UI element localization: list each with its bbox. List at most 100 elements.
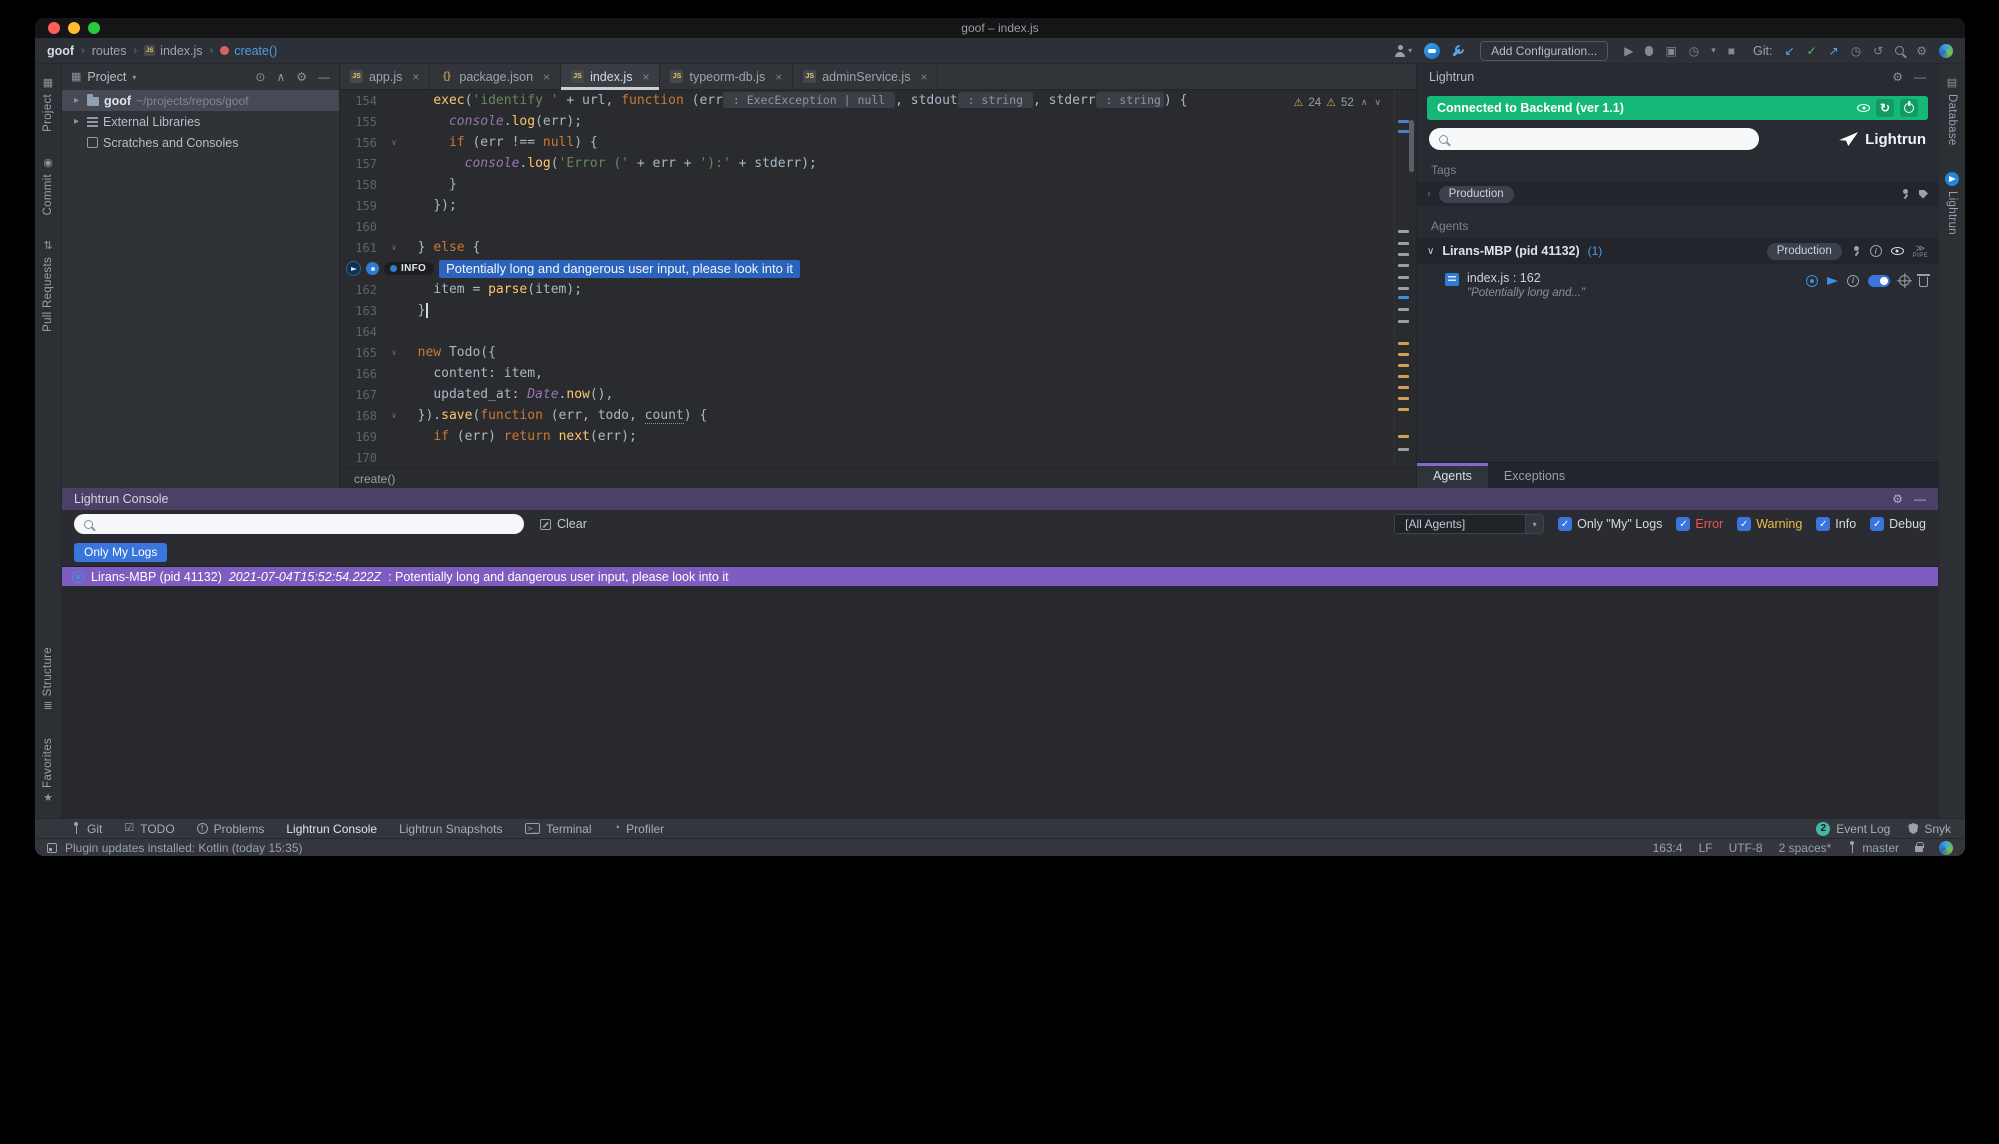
breadcrumb-method[interactable]: create() (354, 472, 395, 486)
filter-checkbox-error[interactable]: ✓Error (1676, 517, 1723, 531)
tab-exceptions[interactable]: Exceptions (1488, 463, 1581, 488)
git-history-button[interactable]: ◷ (1851, 44, 1861, 58)
fold-marker[interactable]: ∨ (386, 411, 402, 420)
editor-tab-index-js[interactable]: JSindex.js× (561, 64, 660, 89)
project-tree-item-scratches-and-consoles[interactable]: Scratches and Consoles (62, 132, 339, 153)
tool-stripe-structure[interactable]: Structure≣ (42, 647, 54, 712)
editor-tab-adminservice-js[interactable]: JSadminService.js× (793, 64, 938, 89)
lightrun-hide-icon[interactable]: — (1914, 71, 1926, 83)
agent-row[interactable]: ∨ Lirans-MBP (pid 41132) (1) Production … (1417, 238, 1938, 264)
stripe-mark[interactable] (1398, 342, 1409, 345)
lock-icon[interactable] (1915, 846, 1923, 852)
eye-icon[interactable] (1891, 247, 1904, 255)
stripe-mark[interactable] (1398, 408, 1409, 411)
close-tab-icon[interactable]: × (642, 70, 649, 84)
git-commit-button[interactable]: ✓ (1807, 44, 1817, 58)
tool-stripe-commit[interactable]: ◉Commit (42, 158, 54, 215)
breadcrumb-item-create[interactable]: create() (220, 44, 277, 58)
breadcrumb-item-index-js[interactable]: JSindex.js (144, 44, 202, 58)
stop-button[interactable]: ■ (1728, 44, 1735, 58)
stripe-mark[interactable] (1398, 287, 1409, 290)
power-icon[interactable] (1900, 99, 1918, 117)
project-tree-item-goof[interactable]: ▸goof~/projects/repos/goof (62, 90, 339, 111)
tool-window-button-git[interactable]: Git (71, 822, 102, 836)
settings-icon[interactable]: ⚙ (1916, 44, 1927, 58)
filter-checkbox-warning[interactable]: ✓Warning (1737, 517, 1802, 531)
code-editor[interactable]: 154 exec('identify ' + url, function (er… (340, 90, 1394, 468)
status-widget[interactable]: 2 spaces* (1779, 841, 1832, 855)
debug-button[interactable] (1645, 46, 1653, 56)
delete-icon[interactable] (1919, 277, 1928, 287)
project-view-selector[interactable]: ▦ Project ▾ (71, 70, 136, 84)
status-widget[interactable]: LF (1699, 841, 1713, 855)
clear-button[interactable]: Clear (540, 517, 587, 531)
wrench-icon[interactable] (1452, 45, 1464, 57)
hide-panel-icon[interactable]: — (318, 71, 330, 83)
refresh-icon[interactable]: ↻ (1876, 99, 1894, 117)
expand-icon[interactable]: ▸ (71, 116, 82, 127)
tool-stripe-database[interactable]: ▤Database (1946, 78, 1958, 146)
fold-marker[interactable]: ∨ (386, 138, 402, 147)
filter-checkbox-only-my-logs[interactable]: ✓Only "My" Logs (1558, 517, 1662, 531)
stripe-mark[interactable] (1398, 130, 1409, 133)
profiler-button[interactable]: ◷ (1689, 44, 1699, 58)
lightrun-cloud-icon[interactable] (1424, 43, 1440, 59)
lightrun-search-field[interactable] (1429, 128, 1759, 150)
info-icon[interactable] (1847, 275, 1859, 287)
tab-agents[interactable]: Agents (1417, 463, 1488, 488)
hit-counter-icon[interactable] (1806, 275, 1818, 287)
project-tree-item-external-libraries[interactable]: ▸External Libraries (62, 111, 339, 132)
stripe-mark[interactable] (1398, 375, 1409, 378)
expand-tags-icon[interactable]: › (1427, 188, 1431, 200)
tool-window-button-lightrun-snapshots[interactable]: Lightrun Snapshots (399, 822, 502, 836)
tool-window-button-todo[interactable]: ☑TODO (124, 822, 174, 836)
stripe-mark[interactable] (1398, 320, 1409, 323)
breadcrumb-item-routes[interactable]: routes (92, 44, 127, 58)
breadcrumb-item-goof[interactable]: goof (47, 44, 74, 58)
fold-marker[interactable]: ∨ (386, 348, 402, 357)
console-settings-icon[interactable]: ⚙ (1892, 493, 1903, 505)
tool-stripe-favorites[interactable]: Favorites★ (42, 738, 54, 804)
plugin-icon[interactable] (1939, 44, 1953, 58)
close-window-button[interactable] (48, 22, 60, 34)
pin-icon[interactable] (1900, 189, 1910, 199)
prev-issue-icon[interactable]: ∧ (1361, 97, 1368, 108)
panel-settings-icon[interactable]: ⚙ (296, 71, 307, 83)
search-everywhere-icon[interactable] (1895, 46, 1904, 55)
filter-checkbox-debug[interactable]: ✓Debug (1870, 517, 1926, 531)
locate-file-icon[interactable]: ⊙ (255, 71, 265, 83)
stripe-mark[interactable] (1398, 353, 1409, 356)
tags-row[interactable]: › Production (1417, 182, 1938, 206)
plugin-status-icon[interactable] (1939, 841, 1953, 855)
tool-window-button-event-log[interactable]: 2Event Log (1816, 822, 1890, 836)
log-entry-row[interactable]: Lirans-MBP (pid 41132) 2021-07-04T15:52:… (62, 567, 1938, 586)
tool-window-switcher-icon[interactable] (47, 843, 57, 853)
close-tab-icon[interactable]: × (412, 70, 419, 84)
stripe-mark[interactable] (1398, 448, 1409, 451)
logpoint-icon[interactable] (366, 262, 379, 275)
close-tab-icon[interactable]: × (543, 70, 550, 84)
status-widget[interactable]: 163:4 (1653, 841, 1683, 855)
goto-source-icon[interactable] (1899, 275, 1910, 286)
scrollbar-thumb[interactable] (1409, 120, 1414, 172)
expand-icon[interactable]: ▸ (71, 95, 82, 106)
zoom-window-button[interactable] (88, 22, 100, 34)
editor-tab-typeorm-db-js[interactable]: JStypeorm-db.js× (660, 64, 793, 89)
tool-stripe-project[interactable]: ▦Project (42, 78, 54, 132)
console-search-field[interactable] (74, 514, 524, 534)
log-action-row[interactable]: index.js : 162 "Potentially long and..." (1417, 264, 1938, 305)
tool-window-button-profiler[interactable]: ◔Profiler (614, 822, 665, 836)
add-configuration-button[interactable]: Add Configuration... (1480, 41, 1608, 61)
stripe-mark[interactable] (1398, 120, 1409, 123)
tool-window-button-lightrun-console[interactable]: Lightrun Console (286, 822, 377, 836)
stripe-mark[interactable] (1398, 435, 1409, 438)
editor-tab-package-json[interactable]: {}package.json× (430, 64, 561, 89)
user-icon[interactable]: ▾ (1394, 45, 1412, 57)
console-log-list[interactable]: Lirans-MBP (pid 41132) 2021-07-04T15:52:… (62, 566, 1938, 818)
tag-chip-production[interactable]: Production (1439, 186, 1514, 203)
send-icon[interactable] (1827, 277, 1838, 285)
editor-tab-app-js[interactable]: JSapp.js× (340, 64, 430, 89)
pipe-icon[interactable]: ≫ PIPE (1913, 244, 1928, 259)
agents-filter-dropdown[interactable]: [All Agents] ▾ (1394, 514, 1544, 534)
lightrun-settings-icon[interactable]: ⚙ (1892, 71, 1903, 83)
